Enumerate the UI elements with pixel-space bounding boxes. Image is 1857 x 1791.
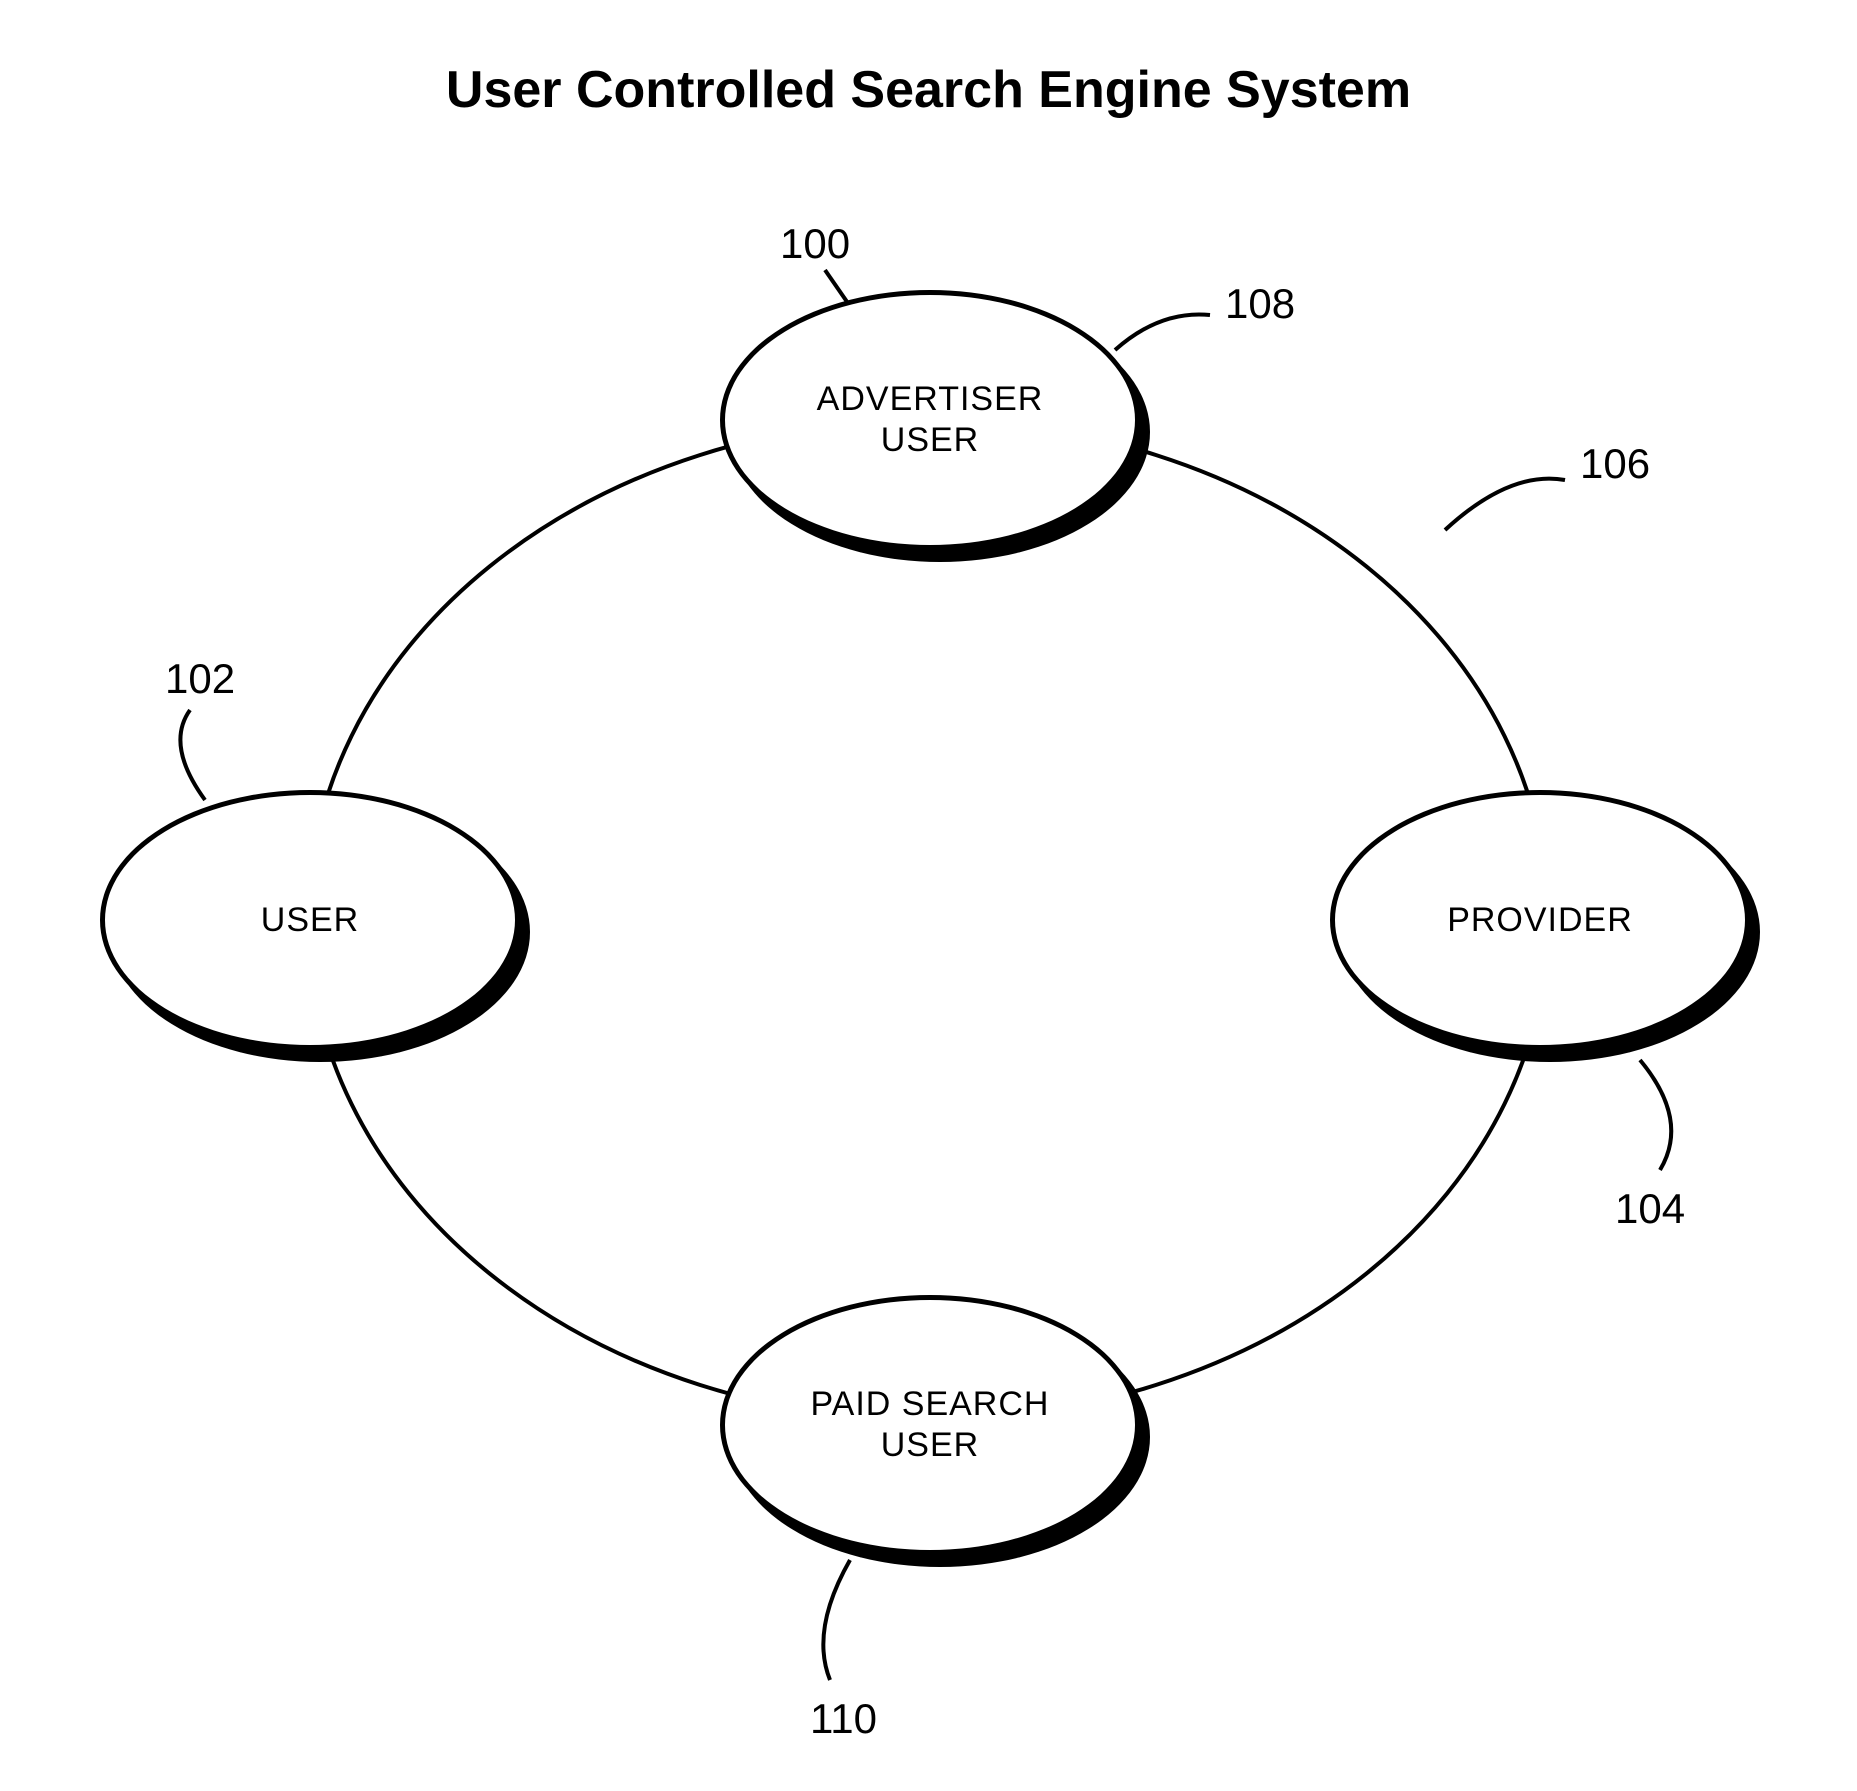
node-user: USER bbox=[100, 790, 520, 1050]
node-paid-search-user: PAID SEARCH USER bbox=[720, 1295, 1140, 1555]
node-advertiser-user: ADVERTISER USER bbox=[720, 290, 1140, 550]
node-advertiser-label: ADVERTISER USER bbox=[817, 379, 1044, 461]
ref-104: 104 bbox=[1615, 1185, 1685, 1233]
node-provider: PROVIDER bbox=[1330, 790, 1750, 1050]
node-user-label: USER bbox=[261, 900, 359, 941]
ref-106: 106 bbox=[1580, 440, 1650, 488]
ref-108: 108 bbox=[1225, 280, 1295, 328]
node-paid-search-label: PAID SEARCH USER bbox=[811, 1384, 1050, 1466]
ref-100: 100 bbox=[780, 220, 850, 268]
diagram-container: ADVERTISER USER USER PROVIDER PAID SEARC… bbox=[0, 200, 1857, 1791]
node-provider-label: PROVIDER bbox=[1447, 900, 1633, 941]
diagram-title: User Controlled Search Engine System bbox=[446, 60, 1411, 120]
ref-110: 110 bbox=[810, 1695, 877, 1743]
ref-102: 102 bbox=[165, 655, 235, 703]
